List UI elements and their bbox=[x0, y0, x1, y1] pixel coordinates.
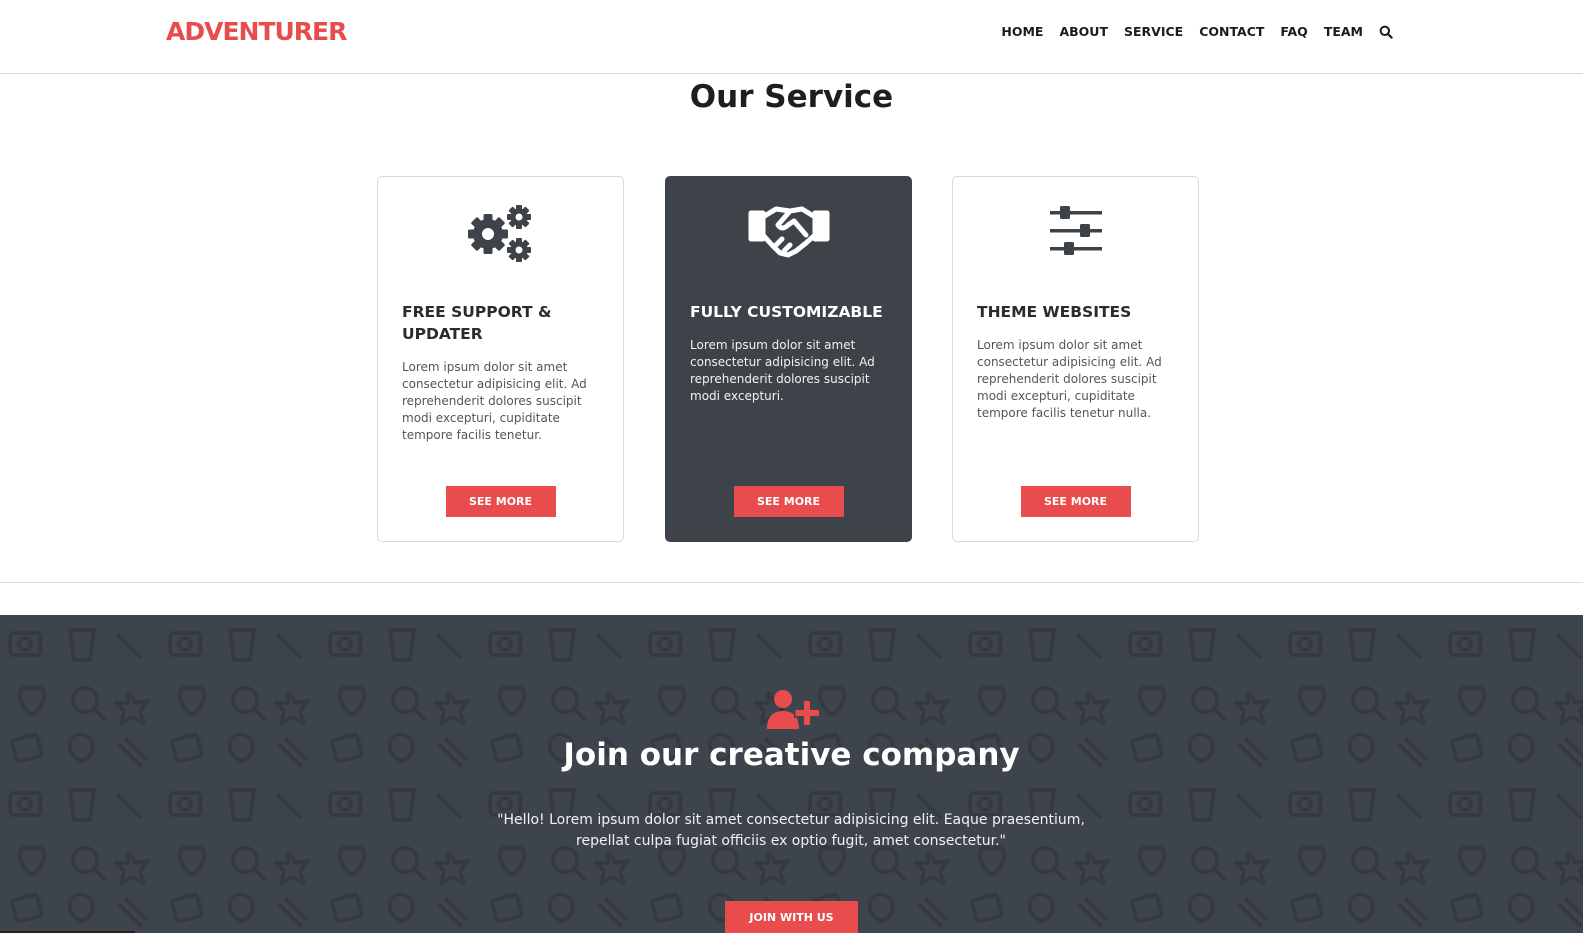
card-title: FULLY CUSTOMIZABLE bbox=[690, 303, 883, 321]
sliders-icon bbox=[1049, 206, 1102, 255]
section-divider bbox=[0, 582, 1583, 583]
service-card: THEME WEBSITES Lorem ipsum dolor sit ame… bbox=[952, 176, 1199, 542]
see-more-button[interactable]: SEE MORE bbox=[733, 486, 844, 517]
see-more-button[interactable]: SEE MORE bbox=[1020, 486, 1131, 517]
nav-about[interactable]: ABOUT bbox=[1059, 24, 1108, 39]
card-title: THEME WEBSITES bbox=[977, 303, 1132, 321]
nav-faq[interactable]: FAQ bbox=[1280, 24, 1307, 39]
site-header: ADVENTURER HOME ABOUT SERVICE CONTACT FA… bbox=[0, 0, 1583, 74]
handshake-icon bbox=[748, 206, 829, 258]
nav-service[interactable]: SERVICE bbox=[1124, 24, 1183, 39]
nav-team[interactable]: TEAM bbox=[1324, 24, 1363, 39]
nav-home[interactable]: HOME bbox=[1001, 24, 1043, 39]
card-text: Lorem ipsum dolor sit amet consectetur a… bbox=[690, 338, 875, 403]
service-card: FULLY CUSTOMIZABLE Lorem ipsum dolor sit… bbox=[665, 176, 912, 542]
join-section: Join our creative company "Hello! Lorem … bbox=[0, 615, 1583, 933]
join-button[interactable]: JOIN WITH US bbox=[725, 901, 858, 933]
nav-contact[interactable]: CONTACT bbox=[1199, 24, 1264, 39]
card-text: Lorem ipsum dolor sit amet consectetur a… bbox=[402, 360, 587, 442]
doodle-pattern bbox=[0, 615, 1583, 933]
service-card: FREE SUPPORT & UPDATER Lorem ipsum dolor… bbox=[377, 176, 624, 542]
logo[interactable]: ADVENTURER bbox=[166, 17, 347, 46]
join-text: "Hello! Lorem ipsum dolor sit amet conse… bbox=[497, 812, 1085, 849]
see-more-button[interactable]: SEE MORE bbox=[445, 486, 556, 517]
main-nav: HOME ABOUT SERVICE CONTACT FAQ TEAM bbox=[985, 24, 1393, 39]
user-plus-icon bbox=[767, 690, 819, 729]
join-title: Join our creative company bbox=[563, 737, 1020, 773]
card-text: Lorem ipsum dolor sit amet consectetur a… bbox=[977, 338, 1162, 420]
card-title: FREE SUPPORT & UPDATER bbox=[402, 303, 552, 343]
gears-icon bbox=[467, 205, 531, 262]
section-title: Our Service bbox=[689, 79, 894, 115]
search-icon[interactable] bbox=[1379, 25, 1393, 39]
